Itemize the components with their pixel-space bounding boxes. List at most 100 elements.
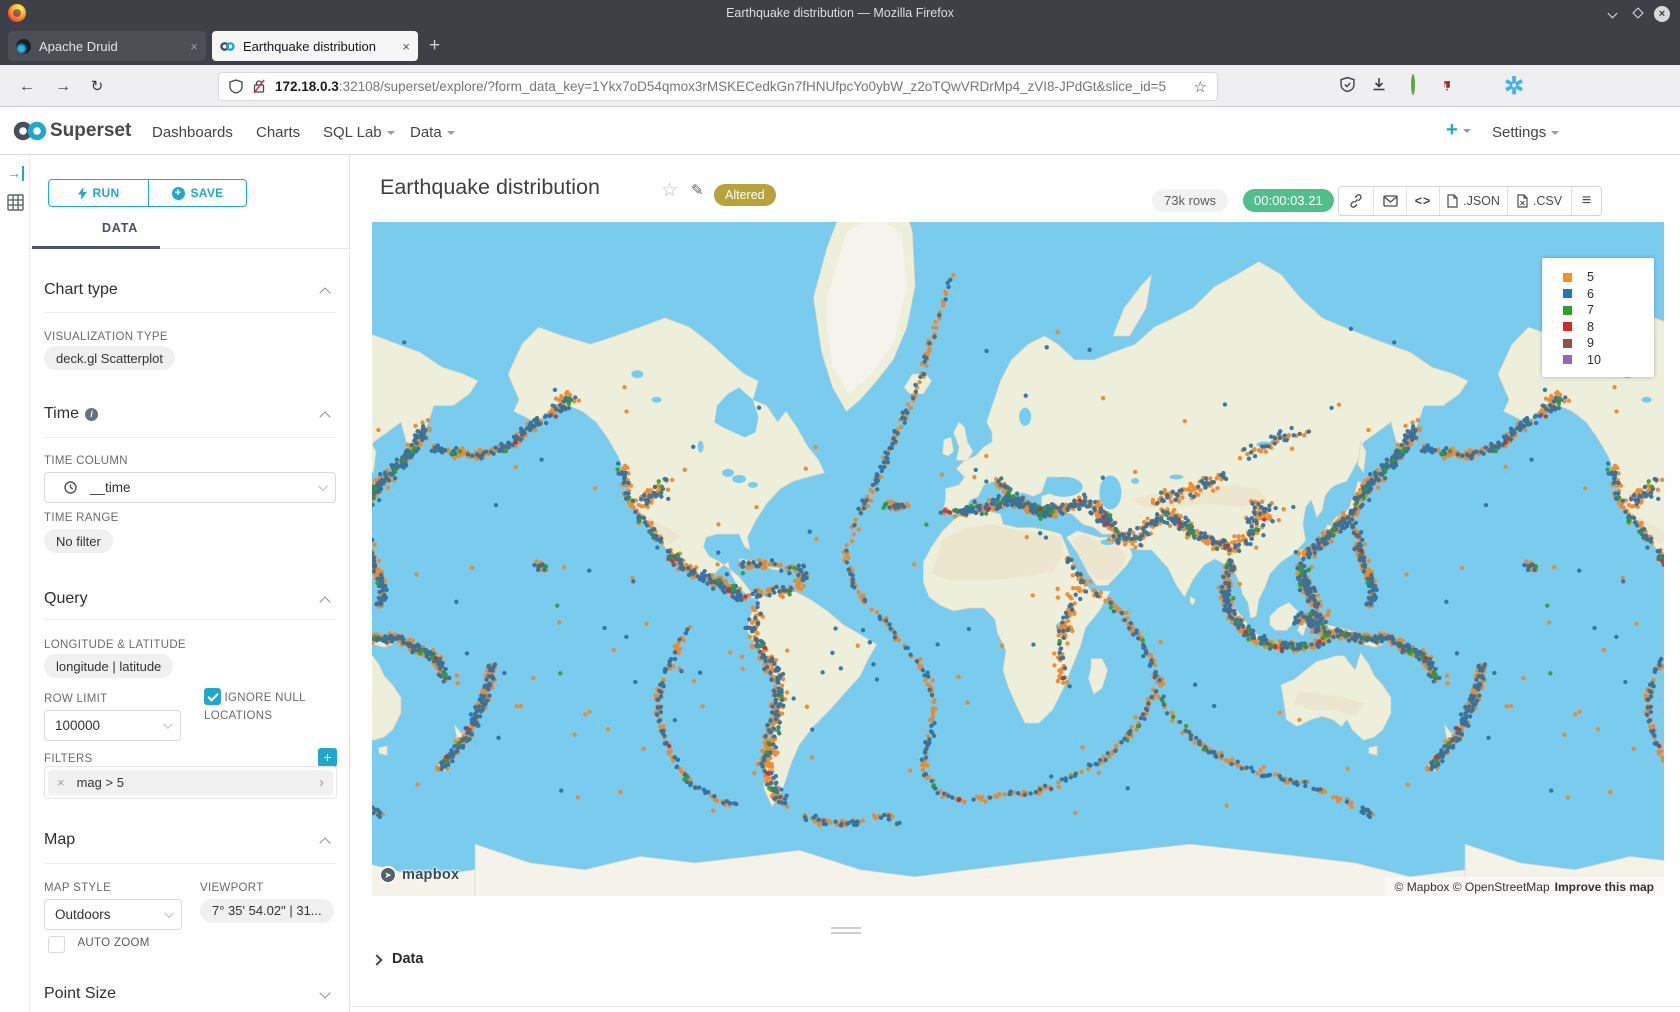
- window-close-button[interactable]: ×: [1654, 6, 1670, 22]
- legend-swatch: [1563, 355, 1572, 364]
- menu-hamburger-icon[interactable]: [1539, 76, 1559, 96]
- reload-button[interactable]: ↻: [84, 74, 110, 100]
- new-tab-button[interactable]: +: [429, 34, 440, 58]
- copy-link-button[interactable]: [1339, 187, 1373, 215]
- chevron-up-icon[interactable]: [319, 287, 330, 298]
- chart-title: Earthquake distribution: [380, 175, 600, 200]
- tab-earthquake-distribution[interactable]: Earthquake distribution ×: [212, 31, 418, 61]
- legend-swatch: [1563, 322, 1572, 331]
- auto-zoom-checkbox[interactable]: AUTO ZOOM: [48, 936, 150, 954]
- world-map[interactable]: [372, 222, 1664, 896]
- ignore-null-checkbox[interactable]: IGNORE NULL LOCATIONS: [204, 688, 334, 725]
- window-minimize-button[interactable]: [1604, 6, 1620, 22]
- data-panel-toggle[interactable]: Data: [392, 951, 423, 967]
- time-range-value[interactable]: No filter: [44, 529, 113, 553]
- section-map[interactable]: Map: [44, 831, 75, 849]
- protections-shield-icon[interactable]: [1337, 76, 1357, 96]
- extension-greasemonkey-icon[interactable]: [1403, 76, 1423, 96]
- altered-badge[interactable]: Altered: [714, 184, 776, 206]
- run-button[interactable]: RUN: [48, 179, 149, 207]
- chevron-right-icon[interactable]: [371, 954, 382, 965]
- dataset-grid-icon[interactable]: [7, 194, 24, 211]
- filters-container: × mag > 5 ›: [44, 766, 337, 799]
- tab-data[interactable]: DATA: [70, 221, 170, 235]
- embed-code-button[interactable]: <>: [1406, 187, 1439, 215]
- window-maximize-button[interactable]: [1630, 6, 1646, 22]
- nav-dashboards[interactable]: Dashboards: [152, 124, 233, 141]
- legend-label: 7: [1587, 303, 1594, 317]
- superset-navbar: [0, 107, 1680, 155]
- section-chart-type[interactable]: Chart type: [44, 281, 118, 299]
- tab-close-icon[interactable]: ×: [190, 39, 198, 54]
- attribution-text[interactable]: © Mapbox © OpenStreetMap: [1395, 880, 1550, 894]
- map-style-select[interactable]: Outdoors: [44, 899, 182, 930]
- chevron-up-icon[interactable]: [319, 596, 330, 607]
- more-menu-button[interactable]: ≡: [1571, 187, 1601, 215]
- time-range-label: TIME RANGE: [44, 512, 119, 524]
- panel-resize-handle[interactable]: [831, 927, 861, 934]
- save-button[interactable]: + SAVE: [148, 179, 247, 207]
- checkbox-checked-icon[interactable]: [204, 688, 221, 705]
- time-column-select[interactable]: __time: [44, 472, 336, 503]
- downloads-icon[interactable]: [1369, 76, 1389, 96]
- chevron-up-icon[interactable]: [319, 837, 330, 848]
- superset-logo-icon[interactable]: [13, 119, 48, 143]
- edit-pencil-icon[interactable]: ✎: [691, 181, 704, 199]
- section-point-size[interactable]: Point Size: [44, 985, 116, 1003]
- collapse-datasource-icon[interactable]: →: [7, 166, 24, 181]
- insecure-lock-icon[interactable]: [252, 79, 266, 94]
- nav-new-button[interactable]: +: [1446, 119, 1471, 142]
- legend-swatch: [1563, 339, 1572, 348]
- url-text[interactable]: 172.18.0.3:32108/superset/explore/?form_…: [275, 79, 1185, 94]
- permissions-shield-icon[interactable]: [229, 79, 243, 94]
- file-icon: [1447, 194, 1458, 208]
- tab-apache-druid[interactable]: Apache Druid ×: [8, 31, 206, 61]
- ublock-badge: 2: [1447, 76, 1458, 88]
- map-attribution: © Mapbox © OpenStreetMap Improve this ma…: [1385, 877, 1664, 896]
- viz-type-value[interactable]: deck.gl Scatterplot: [44, 346, 175, 370]
- nav-sql-lab[interactable]: SQL Lab: [323, 124, 395, 141]
- map-style-value: Outdoors: [55, 907, 111, 922]
- section-time[interactable]: Timei: [44, 405, 98, 423]
- nav-data[interactable]: Data: [410, 124, 455, 141]
- export-json-button[interactable]: .JSON: [1439, 187, 1507, 215]
- nav-settings[interactable]: Settings: [1492, 124, 1559, 141]
- chevron-right-icon[interactable]: ›: [319, 774, 324, 791]
- superset-favicon: [220, 39, 235, 54]
- time-column-value: __time: [90, 480, 131, 495]
- extension-cookie-icon[interactable]: [1471, 76, 1491, 96]
- extension-stylus-icon[interactable]: ✲: [1504, 76, 1524, 96]
- code-icon: <>: [1415, 194, 1432, 208]
- nav-charts[interactable]: Charts: [256, 124, 300, 141]
- brand-name[interactable]: Superset: [50, 120, 131, 142]
- row-limit-select[interactable]: 100000: [44, 710, 181, 741]
- chart-action-toolbar: <> .JSON .CSV ≡: [1338, 186, 1602, 216]
- add-filter-button[interactable]: +: [318, 748, 337, 767]
- viewport-value[interactable]: 7° 35' 54.02" | 31...: [200, 899, 334, 923]
- extension-ublock-icon[interactable]: u2: [1437, 76, 1457, 96]
- filters-label: FILTERS: [44, 753, 93, 765]
- improve-map-link[interactable]: Improve this map: [1555, 880, 1654, 894]
- bookmark-star-icon[interactable]: ☆: [1194, 78, 1207, 96]
- remove-filter-icon[interactable]: ×: [57, 775, 65, 790]
- chevron-up-icon[interactable]: [319, 411, 330, 422]
- chevron-down-icon: [318, 481, 328, 491]
- checkbox-unchecked-icon[interactable]: [48, 936, 65, 953]
- back-button[interactable]: ←: [14, 74, 40, 100]
- url-bar[interactable]: 172.18.0.3:32108/superset/explore/?form_…: [218, 72, 1218, 101]
- time-column-label: TIME COLUMN: [44, 455, 128, 467]
- export-csv-button[interactable]: .CSV: [1507, 187, 1571, 215]
- filter-pill[interactable]: × mag > 5 ›: [48, 770, 333, 795]
- section-query[interactable]: Query: [44, 590, 88, 608]
- lonlat-value[interactable]: longitude | latitude: [44, 654, 173, 678]
- mapbox-logo[interactable]: ➤ mapbox: [379, 866, 459, 884]
- viewport-label: VIEWPORT: [200, 882, 264, 894]
- email-button[interactable]: [1373, 187, 1406, 215]
- deckgl-scatterplot-map[interactable]: 5678910 ➤ mapbox © Mapbox © OpenStreetMa…: [372, 222, 1664, 896]
- info-icon[interactable]: i: [85, 408, 98, 421]
- favorite-star-icon[interactable]: ☆: [661, 179, 678, 202]
- window-title: Earthquake distribution — Mozilla Firefo…: [0, 0, 1680, 27]
- forward-button[interactable]: →: [50, 74, 76, 100]
- chevron-down-icon[interactable]: [319, 987, 330, 998]
- tab-close-icon[interactable]: ×: [402, 39, 410, 54]
